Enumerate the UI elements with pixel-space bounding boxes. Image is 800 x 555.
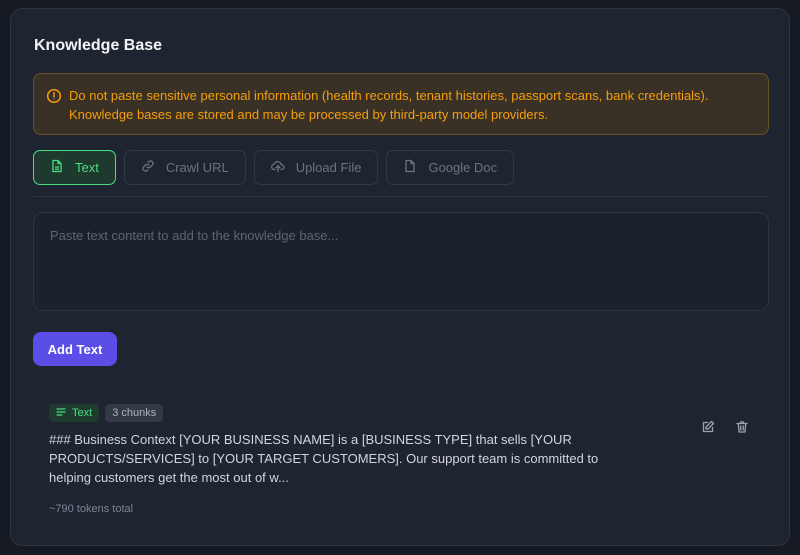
text-content-input[interactable]	[33, 212, 769, 311]
alert-circle-icon	[46, 88, 62, 104]
chunk-count-badge: 3 chunks	[105, 404, 164, 422]
tabs-divider	[33, 196, 769, 197]
file-icon	[403, 159, 428, 176]
entry-badges: Text 3 chunks	[49, 404, 169, 422]
source-tabs: Text Crawl URL Upload File Google Doc	[33, 150, 522, 185]
tab-crawl-url[interactable]: Crawl URL	[123, 150, 246, 185]
tab-label: Google Doc	[428, 160, 498, 175]
tab-label: Crawl URL	[165, 160, 229, 175]
link-icon	[141, 159, 166, 176]
tab-text[interactable]: Text	[33, 150, 116, 185]
tab-label: Upload File	[295, 160, 362, 175]
document-icon	[50, 159, 75, 176]
sensitive-info-warning: Do not paste sensitive personal informat…	[33, 73, 769, 135]
panel-title: Knowledge Base	[34, 37, 163, 54]
warning-text: Do not paste sensitive personal informat…	[69, 88, 709, 122]
tab-label: Text	[75, 160, 99, 175]
entry-preview-text: ### Business Context [YOUR BUSINESS NAME…	[49, 432, 599, 485]
text-lines-icon	[56, 407, 72, 420]
tab-google-doc[interactable]: Google Doc	[386, 150, 515, 185]
tab-upload-file[interactable]: Upload File	[253, 150, 379, 185]
cloud-upload-icon	[270, 159, 296, 176]
trash-icon[interactable]	[732, 417, 752, 437]
entry-actions	[684, 417, 752, 437]
entry-type-badge: Text	[49, 404, 100, 422]
add-text-button[interactable]: Add Text	[33, 332, 117, 366]
entry-type-label: Text	[72, 407, 93, 419]
knowledge-base-panel: Knowledge Base Do not paste sensitive pe…	[10, 8, 790, 546]
edit-icon[interactable]	[698, 417, 718, 437]
knowledge-entry: Text 3 chunks ### Business Context [YOUR…	[33, 394, 769, 515]
entry-token-count: ~790 tokens total	[49, 503, 134, 515]
